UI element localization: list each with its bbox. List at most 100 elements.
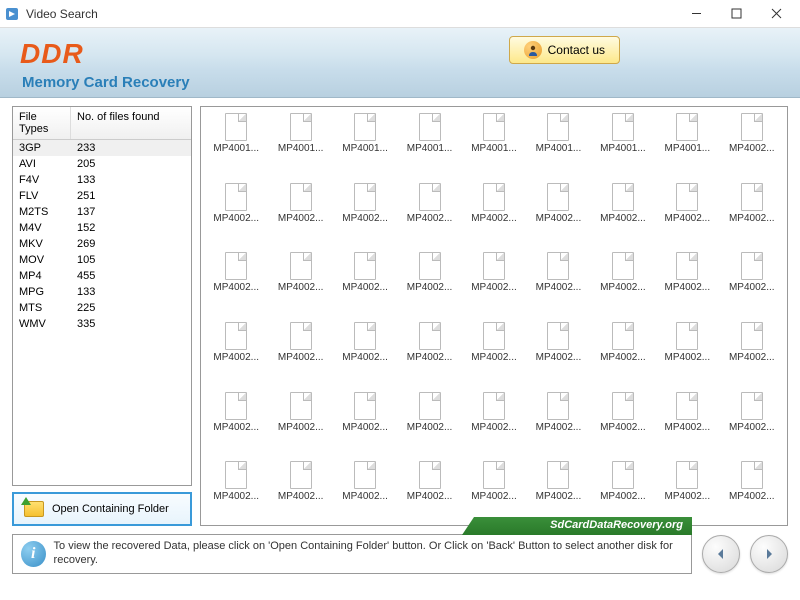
- file-item[interactable]: MP4001...: [334, 113, 396, 171]
- document-icon: [290, 392, 312, 420]
- file-item[interactable]: MP4002...: [334, 322, 396, 380]
- file-item[interactable]: MP4002...: [463, 392, 525, 450]
- next-button[interactable]: [750, 535, 788, 573]
- file-item[interactable]: MP4002...: [721, 252, 783, 310]
- contact-label: Contact us: [548, 43, 605, 57]
- file-item[interactable]: MP4002...: [721, 461, 783, 519]
- file-item[interactable]: MP4002...: [527, 252, 589, 310]
- file-item[interactable]: MP4002...: [334, 392, 396, 450]
- file-label: MP4002...: [665, 352, 711, 363]
- file-item[interactable]: MP4002...: [205, 322, 267, 380]
- file-label: MP4001...: [342, 143, 388, 154]
- window-title: Video Search: [26, 7, 676, 21]
- file-item[interactable]: MP4002...: [334, 461, 396, 519]
- contact-us-button[interactable]: Contact us: [509, 36, 620, 64]
- file-item[interactable]: MP4002...: [721, 183, 783, 241]
- file-item[interactable]: MP4002...: [205, 252, 267, 310]
- file-item[interactable]: MP4002...: [269, 461, 331, 519]
- filetype-row[interactable]: MPG133: [13, 284, 191, 300]
- filetype-row[interactable]: MTS225: [13, 300, 191, 316]
- file-item[interactable]: MP4002...: [656, 252, 718, 310]
- document-icon: [354, 113, 376, 141]
- filetype-row[interactable]: WMV335: [13, 316, 191, 332]
- document-icon: [483, 461, 505, 489]
- file-item[interactable]: MP4002...: [398, 183, 460, 241]
- filetype-row[interactable]: MKV269: [13, 236, 191, 252]
- file-item[interactable]: MP4002...: [398, 392, 460, 450]
- document-icon: [612, 392, 634, 420]
- document-icon: [290, 461, 312, 489]
- filetype-row[interactable]: 3GP233: [13, 140, 191, 156]
- file-label: MP4001...: [471, 143, 517, 154]
- file-item[interactable]: MP4002...: [398, 461, 460, 519]
- file-item[interactable]: MP4002...: [592, 461, 654, 519]
- file-item[interactable]: MP4002...: [463, 461, 525, 519]
- file-item[interactable]: MP4002...: [592, 392, 654, 450]
- filetypes-table[interactable]: File Types No. of files found 3GP233AVI2…: [12, 106, 192, 486]
- file-item[interactable]: MP4002...: [592, 183, 654, 241]
- file-item[interactable]: MP4001...: [527, 113, 589, 171]
- file-item[interactable]: MP4002...: [527, 322, 589, 380]
- file-item[interactable]: MP4002...: [592, 322, 654, 380]
- file-item[interactable]: MP4002...: [721, 113, 783, 171]
- filetype-name: WMV: [13, 316, 71, 332]
- filetype-name: MP4: [13, 268, 71, 284]
- file-item[interactable]: MP4001...: [398, 113, 460, 171]
- file-item[interactable]: MP4002...: [334, 183, 396, 241]
- filetype-name: MOV: [13, 252, 71, 268]
- file-item[interactable]: MP4002...: [398, 252, 460, 310]
- maximize-button[interactable]: [716, 1, 756, 27]
- file-item[interactable]: MP4002...: [721, 392, 783, 450]
- file-item[interactable]: MP4002...: [205, 183, 267, 241]
- file-item[interactable]: MP4002...: [527, 392, 589, 450]
- file-label: MP4002...: [471, 422, 517, 433]
- filetype-row[interactable]: M2TS137: [13, 204, 191, 220]
- file-item[interactable]: MP4002...: [463, 183, 525, 241]
- file-label: MP4002...: [407, 352, 453, 363]
- file-item[interactable]: MP4001...: [269, 113, 331, 171]
- file-grid[interactable]: MP4001...MP4001...MP4001...MP4001...MP40…: [201, 107, 787, 525]
- file-item[interactable]: MP4002...: [721, 322, 783, 380]
- file-item[interactable]: MP4002...: [656, 183, 718, 241]
- file-item[interactable]: MP4002...: [527, 183, 589, 241]
- file-item[interactable]: MP4002...: [527, 461, 589, 519]
- document-icon: [547, 113, 569, 141]
- file-item[interactable]: MP4001...: [205, 113, 267, 171]
- col-count[interactable]: No. of files found: [71, 107, 191, 139]
- file-item[interactable]: MP4002...: [269, 392, 331, 450]
- filetype-count: 152: [71, 220, 191, 236]
- file-item[interactable]: MP4002...: [334, 252, 396, 310]
- filetype-count: 137: [71, 204, 191, 220]
- filetype-row[interactable]: FLV251: [13, 188, 191, 204]
- file-item[interactable]: MP4001...: [656, 113, 718, 171]
- filetype-row[interactable]: M4V152: [13, 220, 191, 236]
- back-button[interactable]: [702, 535, 740, 573]
- file-item[interactable]: MP4001...: [463, 113, 525, 171]
- filetype-row[interactable]: MP4455: [13, 268, 191, 284]
- file-item[interactable]: MP4002...: [398, 322, 460, 380]
- col-filetypes[interactable]: File Types: [13, 107, 71, 139]
- file-item[interactable]: MP4002...: [205, 392, 267, 450]
- file-item[interactable]: MP4002...: [656, 322, 718, 380]
- file-item[interactable]: MP4002...: [269, 252, 331, 310]
- filetype-row[interactable]: AVI205: [13, 156, 191, 172]
- document-icon: [612, 461, 634, 489]
- open-containing-folder-button[interactable]: Open Containing Folder: [12, 492, 192, 526]
- file-item[interactable]: MP4002...: [269, 183, 331, 241]
- file-item[interactable]: MP4002...: [656, 461, 718, 519]
- file-label: MP4002...: [665, 491, 711, 502]
- file-item[interactable]: MP4001...: [592, 113, 654, 171]
- file-item[interactable]: MP4002...: [205, 461, 267, 519]
- file-item[interactable]: MP4002...: [463, 322, 525, 380]
- file-item[interactable]: MP4002...: [592, 252, 654, 310]
- status-bar: SdCardDataRecovery.org i To view the rec…: [12, 534, 692, 574]
- file-item[interactable]: MP4002...: [269, 322, 331, 380]
- filetype-row[interactable]: MOV105: [13, 252, 191, 268]
- file-item[interactable]: MP4002...: [463, 252, 525, 310]
- file-label: MP4002...: [600, 282, 646, 293]
- close-button[interactable]: [756, 1, 796, 27]
- file-item[interactable]: MP4002...: [656, 392, 718, 450]
- filetype-row[interactable]: F4V133: [13, 172, 191, 188]
- minimize-button[interactable]: [676, 1, 716, 27]
- file-label: MP4002...: [600, 491, 646, 502]
